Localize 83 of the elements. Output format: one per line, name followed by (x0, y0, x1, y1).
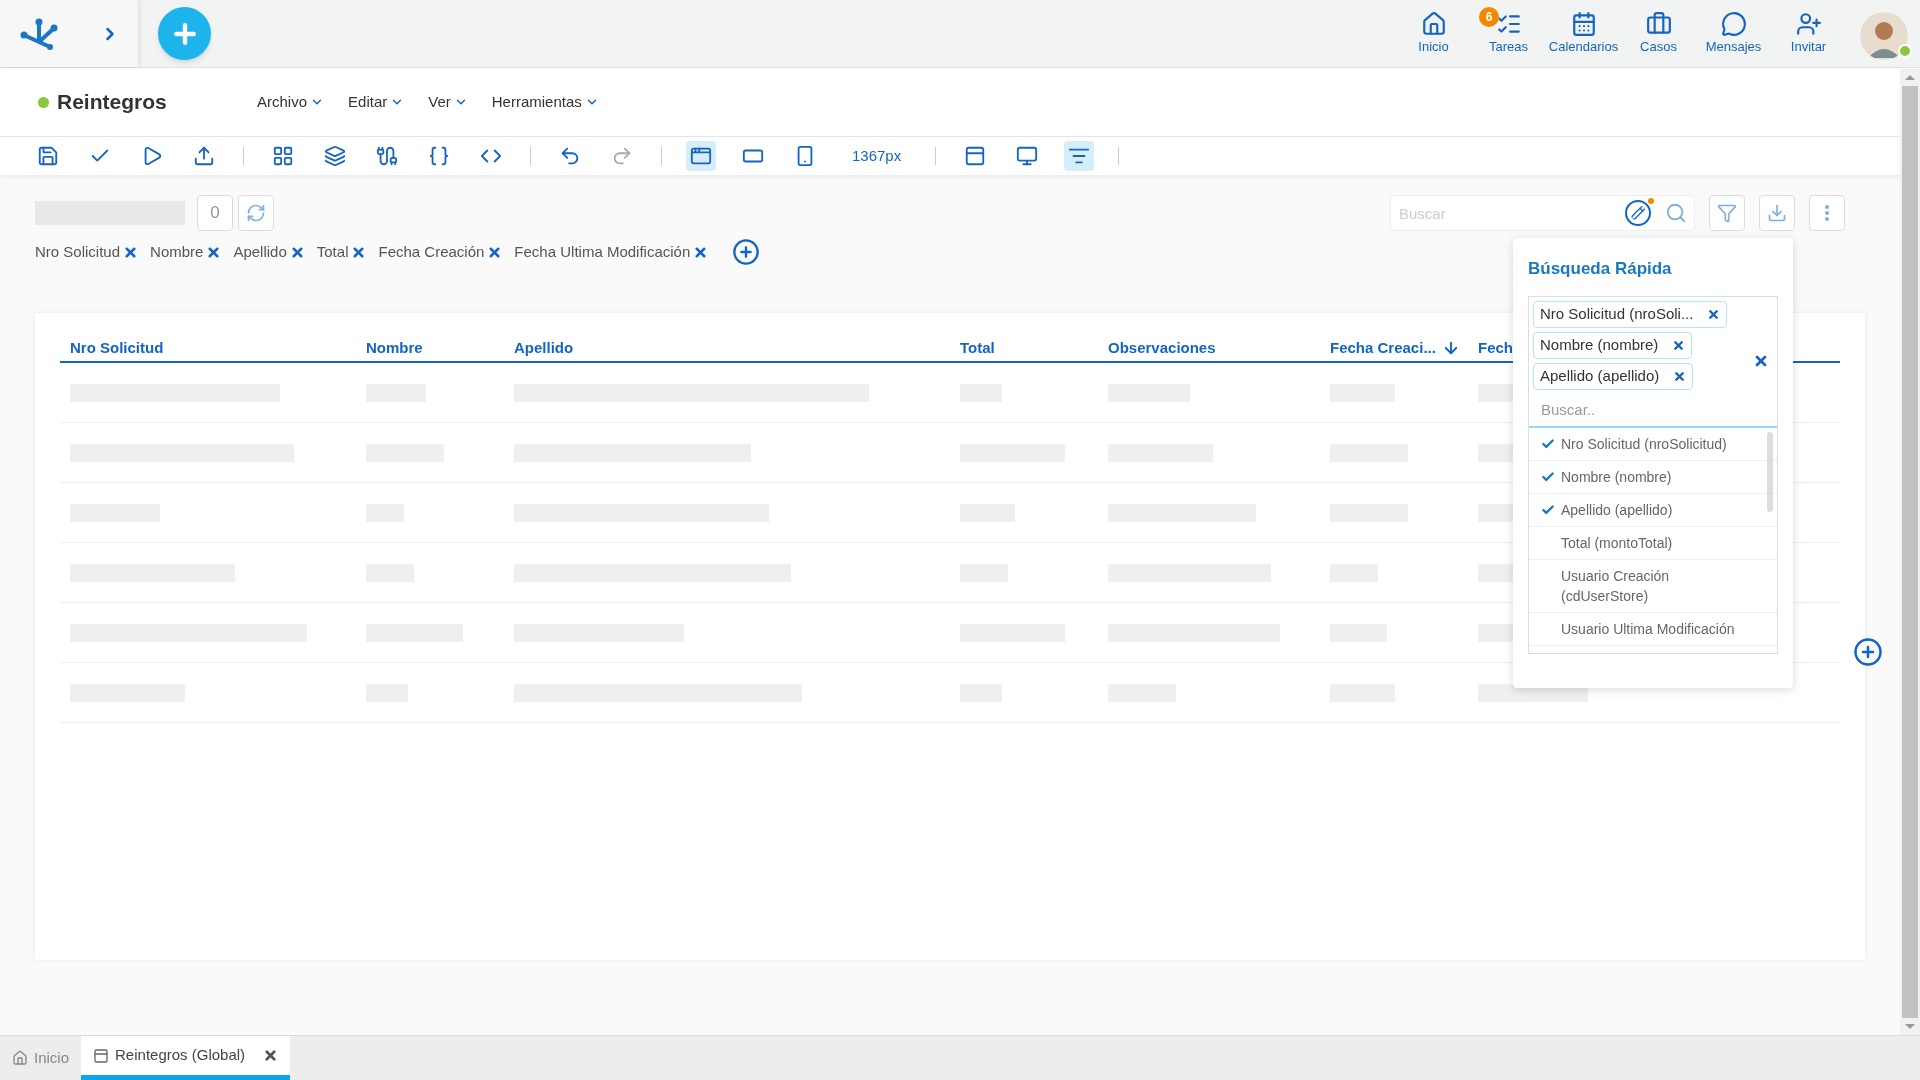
nav-item[interactable]: Calendarios (1550, 10, 1617, 57)
field-option[interactable]: Total (montoTotal) (1529, 526, 1777, 560)
panel-icon (964, 145, 987, 167)
nav-label: Tareas (1489, 37, 1528, 56)
filter-icon (1717, 203, 1737, 223)
calendar-icon (1570, 10, 1597, 37)
field-option[interactable]: Usuario Ultima Modificación (1529, 612, 1777, 646)
column-header[interactable]: Fech (1478, 337, 1513, 360)
upload-icon (193, 145, 215, 167)
column-header[interactable]: Nombre (366, 337, 423, 360)
menu-item[interactable]: Herramientas (491, 90, 599, 114)
nav-label: Inicio (1418, 37, 1449, 56)
column-header[interactable]: Total (960, 337, 995, 360)
toolbar-button[interactable] (686, 141, 716, 171)
filter-chip[interactable]: Nro Solicitud (35, 240, 139, 264)
bottom-tab[interactable]: Reintegros (Global) (81, 1036, 291, 1080)
avatar[interactable] (1860, 12, 1908, 61)
toolbar-button[interactable] (1064, 141, 1095, 171)
column-header[interactable]: Observaciones (1108, 337, 1216, 360)
column-header[interactable]: Nro Solicitud (70, 337, 164, 360)
selected-field-tag[interactable]: Nro Solicitud (nroSoli... (1533, 300, 1728, 328)
grid-icon (272, 145, 294, 167)
popup-title: Búsqueda Rápida (1528, 258, 1673, 280)
screen-icon (1016, 145, 1039, 167)
download-icon (1767, 203, 1787, 223)
remove-icon[interactable] (351, 244, 367, 260)
remove-icon[interactable] (487, 244, 503, 260)
refresh-icon (246, 203, 266, 223)
add-column-icon[interactable] (1853, 637, 1883, 667)
bottom-tab[interactable]: Inicio (0, 1036, 82, 1080)
home-icon (12, 1050, 28, 1066)
field-option[interactable]: Nombre (nombre) (1529, 460, 1777, 494)
remove-icon[interactable] (289, 244, 305, 260)
filter-chip[interactable]: Apellido (233, 240, 305, 264)
add-filter-icon[interactable] (732, 238, 761, 266)
menu-item[interactable]: Archivo (257, 90, 325, 114)
braces-icon (428, 145, 450, 167)
count-field: 0 (197, 195, 233, 231)
nav-label: Calendarios (1548, 37, 1619, 56)
remove-icon[interactable] (693, 244, 709, 260)
remove-icon[interactable] (1673, 369, 1687, 383)
column-header[interactable]: Apellido (514, 337, 574, 360)
remove-icon[interactable] (1672, 338, 1686, 352)
remove-icon[interactable] (1707, 307, 1721, 321)
selected-field-tag[interactable]: Nombre (nombre) (1533, 331, 1693, 359)
more-icon (1825, 205, 1829, 221)
nav-label: Casos (1640, 37, 1677, 56)
count-badge: 6 (1479, 6, 1499, 27)
redo-icon (611, 145, 633, 167)
nav-label: Mensajes (1705, 37, 1762, 56)
nav-item[interactable]: Casos (1625, 10, 1692, 57)
field-option[interactable]: Apellido (apellido) (1529, 493, 1777, 527)
field-option[interactable]: Nro Solicitud (nroSolicitud) (1529, 427, 1777, 461)
filter-chip[interactable]: Fecha Ultima Modificación (514, 240, 709, 264)
form-title: Reintegros (57, 89, 168, 116)
nav-item[interactable]: Inicio (1400, 10, 1467, 57)
add-user-icon (1795, 10, 1822, 37)
window-icon (690, 145, 712, 167)
layers-icon (324, 145, 346, 167)
remove-icon[interactable] (206, 244, 222, 260)
close-icon[interactable] (263, 1048, 279, 1063)
width-button[interactable]: 1367px (842, 141, 912, 171)
undo-icon (559, 145, 581, 167)
field-option[interactable]: Usuario Creación (cdUserStore) (1529, 559, 1777, 613)
selected-field-tag[interactable]: Apellido (apellido) (1533, 362, 1694, 390)
menu-item[interactable]: Editar (348, 90, 405, 114)
plug-icon (376, 145, 398, 167)
filter-chip[interactable]: Total (316, 240, 367, 264)
filter-chip[interactable]: Fecha Creación (378, 240, 503, 264)
nav-item[interactable]: Invitar (1775, 10, 1842, 57)
briefcase-icon (1645, 10, 1672, 37)
filter-chip[interactable]: Nombre (150, 240, 222, 264)
home-icon (1420, 10, 1447, 37)
column-header[interactable]: Fecha Creaci... (1330, 337, 1460, 360)
save-icon (37, 145, 59, 167)
remove-icon[interactable] (123, 244, 139, 260)
field-search-input[interactable]: Buscar.. (1529, 393, 1777, 428)
nav-label: Invitar (1790, 37, 1827, 56)
chat-bubble-icon (1720, 10, 1747, 37)
nav-item[interactable]: Mensajes (1700, 10, 1767, 57)
form-icon (93, 1047, 110, 1064)
scrollbar-thumb[interactable] (1902, 86, 1918, 1018)
menu-item[interactable]: Ver (428, 90, 468, 114)
